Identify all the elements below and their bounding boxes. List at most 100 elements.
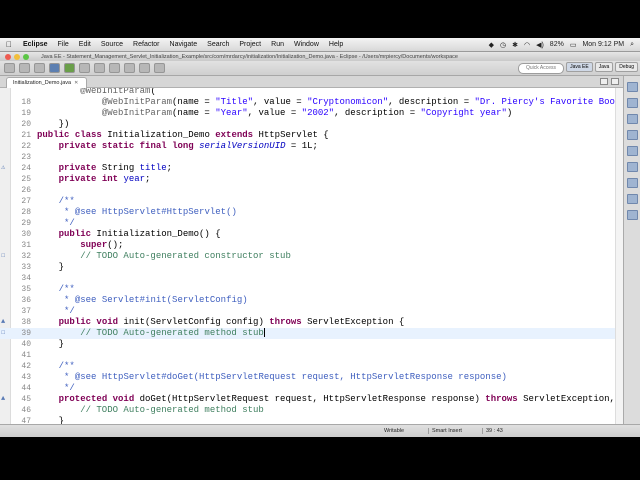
code-line[interactable]: 22 private static final long serialVersi… <box>0 141 623 152</box>
dropbox-icon[interactable]: ◆ <box>489 41 494 49</box>
maximize-editor-icon[interactable] <box>611 78 619 85</box>
menu-navigate[interactable]: Navigate <box>165 41 203 48</box>
code-text[interactable]: public class Initialization_Demo extends… <box>37 130 329 141</box>
close-window-icon[interactable] <box>5 53 11 60</box>
code-text[interactable]: @WebInitParam(name = "Year", value = "20… <box>37 108 513 119</box>
menu-run[interactable]: Run <box>266 41 289 48</box>
code-text[interactable]: protected void doGet(HttpServletRequest … <box>37 394 623 405</box>
outline-icon[interactable] <box>627 114 638 124</box>
code-line[interactable]: 42 /** <box>0 361 623 372</box>
code-text[interactable]: } <box>37 416 64 424</box>
wifi-icon[interactable]: ◠ <box>524 41 530 49</box>
code-line[interactable]: 43 * @see HttpServlet#doGet(HttpServletR… <box>0 372 623 383</box>
code-line[interactable]: 33 } <box>0 262 623 273</box>
code-line[interactable]: 37 */ <box>0 306 623 317</box>
code-text[interactable]: */ <box>37 218 75 229</box>
code-text[interactable]: super(); <box>37 240 123 251</box>
code-text[interactable]: // TODO Auto-generated method stub <box>37 328 265 339</box>
code-text[interactable]: * @see HttpServlet#doGet(HttpServletRequ… <box>37 372 507 383</box>
code-text[interactable]: /** <box>37 284 75 295</box>
perspective-java-ee[interactable]: Java EE <box>566 62 593 72</box>
warning-marker-icon[interactable]: ⚠ <box>1 164 9 173</box>
code-line[interactable]: 31 super(); <box>0 240 623 251</box>
code-text[interactable]: public Initialization_Demo() { <box>37 229 221 240</box>
snippets-icon[interactable] <box>627 194 638 204</box>
clock[interactable]: Mon 9:12 PM <box>582 41 624 48</box>
forward-icon[interactable] <box>154 63 165 73</box>
code-line[interactable]: 20 }) <box>0 119 623 130</box>
menu-search[interactable]: Search <box>202 41 234 48</box>
code-line[interactable]: ▲ 38 public void init(ServletConfig confi… <box>0 317 623 328</box>
code-text[interactable]: */ <box>37 306 75 317</box>
code-text[interactable]: /** <box>37 361 75 372</box>
perspective-debug[interactable]: Debug <box>615 62 638 72</box>
spotlight-icon[interactable]: ⌕ <box>630 41 634 49</box>
code-line[interactable]: 46 // TODO Auto-generated method stub <box>0 405 623 416</box>
back-icon[interactable] <box>139 63 150 73</box>
new-icon[interactable] <box>4 63 15 73</box>
code-text[interactable]: * @see Servlet#init(ServletConfig) <box>37 295 248 306</box>
search-icon[interactable] <box>124 63 135 73</box>
menu-file[interactable]: File <box>53 41 74 48</box>
code-text[interactable]: /** <box>37 196 75 207</box>
restore-views-icon[interactable] <box>627 82 638 92</box>
task-marker-icon[interactable]: ☐ <box>1 252 9 261</box>
code-line[interactable]: 47 } <box>0 416 623 424</box>
override-marker-icon[interactable]: ▲ <box>1 318 9 327</box>
debug-icon[interactable] <box>49 63 60 73</box>
code-line[interactable]: 35 /** <box>0 284 623 295</box>
code-text[interactable]: } <box>37 262 64 273</box>
code-line[interactable]: 19 @WebInitParam(name = "Year", value = … <box>0 108 623 119</box>
zoom-window-icon[interactable] <box>23 53 29 60</box>
code-line[interactable]: 30 public Initialization_Demo() { <box>0 229 623 240</box>
code-line[interactable]: 41 <box>0 350 623 361</box>
markers-icon[interactable] <box>627 130 638 140</box>
code-text[interactable]: * @see HttpServlet#HttpServlet() <box>37 207 237 218</box>
menu-window[interactable]: Window <box>289 41 324 48</box>
minimize-window-icon[interactable] <box>14 53 20 60</box>
code-text[interactable]: // TODO Auto-generated method stub <box>37 405 264 416</box>
code-text[interactable]: private static final long serialVersionU… <box>37 141 318 152</box>
code-line[interactable]: 34 <box>0 273 623 284</box>
code-line[interactable]: 27 /** <box>0 196 623 207</box>
tab-initialization-demo[interactable]: Initialization_Demo.java ✕ <box>6 77 88 88</box>
quick-access-field[interactable]: Quick Access <box>518 63 564 74</box>
minimize-editor-icon[interactable] <box>600 78 608 85</box>
code-line[interactable]: @WebInitParam( <box>0 88 623 97</box>
override-marker-icon[interactable]: ▲ <box>1 395 9 404</box>
close-tab-icon[interactable]: ✕ <box>74 78 78 88</box>
code-text[interactable]: */ <box>37 383 75 394</box>
code-editor[interactable]: @WebInitParam(18 @WebInitParam(name = "T… <box>0 88 623 424</box>
run-icon[interactable] <box>64 63 75 73</box>
code-line[interactable]: ☐ 39 // TODO Auto-generated method stub <box>0 328 623 339</box>
code-line[interactable]: 29 */ <box>0 218 623 229</box>
code-text[interactable]: private String title; <box>37 163 172 174</box>
apple-menu-icon[interactable]:  <box>0 40 18 49</box>
properties-icon[interactable] <box>627 146 638 156</box>
code-line[interactable]: 23 <box>0 152 623 163</box>
menu-project[interactable]: Project <box>234 41 266 48</box>
code-line[interactable]: ⚠ 24 private String title; <box>0 163 623 174</box>
save-icon[interactable] <box>19 63 30 73</box>
code-text[interactable]: @WebInitParam(name = "Title", value = "C… <box>37 97 623 108</box>
code-line[interactable]: 21 public class Initialization_Demo exten… <box>0 130 623 141</box>
servers-icon[interactable] <box>627 162 638 172</box>
code-line[interactable]: 44 */ <box>0 383 623 394</box>
battery-percent[interactable]: 82% <box>550 41 564 48</box>
code-line[interactable]: ▲ 45 protected void doGet(HttpServletRequ… <box>0 394 623 405</box>
app-menu[interactable]: Eclipse <box>18 41 53 48</box>
menu-help[interactable]: Help <box>324 41 348 48</box>
code-text[interactable]: @WebInitParam( <box>37 88 156 97</box>
code-line[interactable]: 36 * @see Servlet#init(ServletConfig) <box>0 295 623 306</box>
code-text[interactable]: public void init(ServletConfig config) t… <box>37 317 405 328</box>
menu-edit[interactable]: Edit <box>74 41 96 48</box>
task-list-icon[interactable] <box>627 98 638 108</box>
menu-refactor[interactable]: Refactor <box>128 41 164 48</box>
code-line[interactable]: ☐ 32 // TODO Auto-generated constructor s… <box>0 251 623 262</box>
menu-source[interactable]: Source <box>96 41 128 48</box>
code-text[interactable]: }) <box>37 119 70 130</box>
code-line[interactable]: 26 <box>0 185 623 196</box>
code-text[interactable]: } <box>37 339 64 350</box>
external-tools-icon[interactable] <box>79 63 90 73</box>
task-marker-icon[interactable]: ☐ <box>1 329 9 338</box>
